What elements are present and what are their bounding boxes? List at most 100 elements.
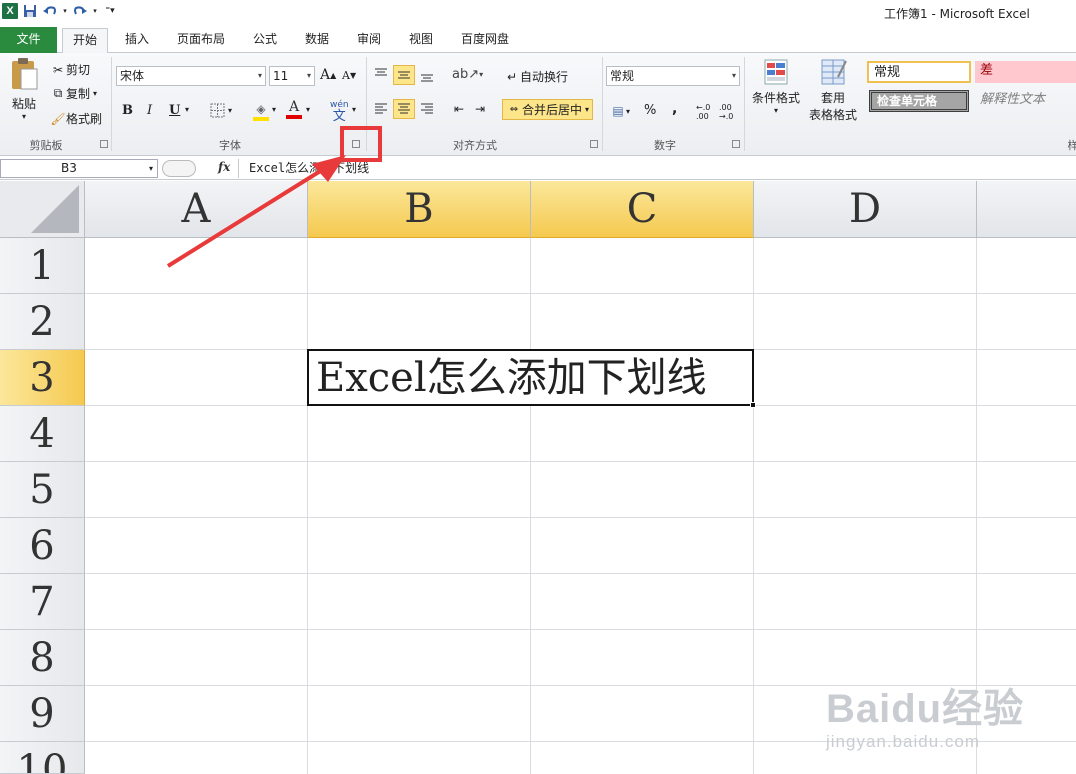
row-header-2[interactable]: 2	[0, 294, 85, 350]
italic-button[interactable]: I	[147, 103, 152, 118]
comma-button[interactable]: ,	[672, 101, 677, 117]
column-header-c[interactable]: C	[531, 181, 754, 238]
tab-home[interactable]: 开始	[62, 28, 108, 54]
number-format-select[interactable]: 常规 ▾	[606, 66, 740, 86]
borders-button[interactable]: ▾	[210, 103, 232, 118]
decrease-indent-button[interactable]: ⇤	[451, 101, 467, 117]
active-cell-b3[interactable]: Excel怎么添加下划线	[307, 349, 754, 406]
select-all-button[interactable]	[0, 181, 85, 238]
fill-handle[interactable]	[750, 402, 756, 408]
tab-data[interactable]: 数据	[296, 28, 338, 53]
column-header-e[interactable]	[977, 181, 1076, 238]
style-bad[interactable]: 差	[975, 61, 1076, 83]
shrink-font-button[interactable]: A ▼	[342, 69, 356, 82]
row-header-3[interactable]: 3	[0, 350, 85, 406]
alignment-launcher-icon[interactable]	[590, 140, 598, 148]
chevron-down-icon: ▾	[585, 105, 590, 114]
chevron-down-icon: ▾	[257, 71, 262, 80]
grid-line	[85, 461, 1076, 462]
number-launcher-icon[interactable]	[732, 140, 740, 148]
percent-button[interactable]: %	[644, 103, 656, 118]
insert-function-icon[interactable]: fx	[218, 160, 230, 174]
align-right-button[interactable]	[419, 101, 435, 117]
font-color-button[interactable]: A	[286, 99, 302, 119]
row-header-10[interactable]: 10	[0, 742, 85, 774]
paste-button[interactable]: 粘贴 ▾	[6, 57, 42, 127]
column-header-d[interactable]: D	[754, 181, 977, 238]
column-header-a[interactable]: A	[85, 181, 308, 238]
phonetic-dropdown-icon[interactable]: ▾	[352, 105, 356, 114]
name-box[interactable]: B3 ▾	[0, 159, 158, 178]
row-header-9[interactable]: 9	[0, 686, 85, 742]
column-header-b[interactable]: B	[308, 181, 531, 238]
undo-dropdown-icon[interactable]: ▾	[62, 3, 68, 19]
tab-formulas[interactable]: 公式	[244, 28, 286, 53]
wrap-text-button[interactable]: ↵ 自动换行	[504, 68, 568, 85]
row-header-1[interactable]: 1	[0, 238, 85, 294]
style-explanatory[interactable]: 解释性文本	[975, 90, 1076, 112]
align-middle-button[interactable]	[393, 65, 415, 85]
row-header-8[interactable]: 8	[0, 630, 85, 686]
decrease-decimal-button[interactable]: .00 →.0	[719, 103, 737, 121]
font-size-select[interactable]: 11 ▾	[269, 66, 315, 86]
chevron-down-icon: ▾	[773, 106, 778, 115]
clipboard-launcher-icon[interactable]	[100, 140, 108, 148]
borders-icon	[210, 103, 225, 118]
fill-color-button[interactable]: ◈	[253, 101, 269, 121]
fill-color-swatch	[253, 117, 269, 121]
increase-indent-button[interactable]: ⇥	[472, 101, 488, 117]
formula-bar: B3 ▾ fx Excel怎么添加下划线	[0, 157, 1076, 180]
tab-page-layout[interactable]: 页面布局	[166, 28, 236, 53]
font-color-dropdown-icon[interactable]: ▾	[306, 105, 310, 114]
table-format-icon	[821, 59, 847, 85]
align-right-icon	[421, 103, 433, 114]
divider	[744, 57, 745, 151]
increase-decimal-button[interactable]: ←.0 .00	[696, 103, 714, 121]
row-header-5[interactable]: 5	[0, 462, 85, 518]
formula-bar-resize-handle[interactable]	[162, 160, 196, 177]
row-header-4[interactable]: 4	[0, 406, 85, 462]
row-header-6[interactable]: 6	[0, 518, 85, 574]
format-as-table-button[interactable]: 套用 表格格式	[804, 57, 862, 123]
phonetic-button[interactable]: wén 文	[330, 101, 349, 124]
select-all-triangle-icon	[31, 185, 79, 233]
accounting-format-button[interactable]: ▤ ▾	[610, 103, 630, 119]
tab-file[interactable]: 文件	[0, 27, 57, 53]
format-painter-button[interactable]: 🖌 格式刷	[50, 110, 102, 127]
alignment-group-label: 对齐方式	[453, 139, 497, 152]
font-name-select[interactable]: 宋体 ▾	[116, 66, 266, 86]
redo-icon[interactable]	[72, 3, 88, 19]
underline-button[interactable]: U	[169, 103, 180, 118]
grid-line	[85, 517, 1076, 518]
fill-dropdown-icon[interactable]: ▾	[272, 105, 276, 114]
save-icon[interactable]	[22, 3, 38, 19]
style-normal[interactable]: 常规	[867, 61, 971, 83]
align-left-icon	[375, 103, 387, 114]
tab-view[interactable]: 视图	[400, 28, 442, 53]
merge-center-button[interactable]: ⇔ 合并后居中 ▾	[502, 99, 594, 120]
align-center-button[interactable]	[393, 99, 415, 119]
row-header-7[interactable]: 7	[0, 574, 85, 630]
cut-button[interactable]: ✂ 剪切	[50, 61, 90, 78]
underline-dropdown-icon[interactable]: ▾	[185, 105, 189, 114]
tab-review[interactable]: 审阅	[348, 28, 390, 53]
tab-baidu-netdisk[interactable]: 百度网盘	[452, 28, 518, 53]
conditional-format-button[interactable]: 条件格式 ▾	[750, 57, 802, 115]
copy-button[interactable]: ⧉ 复制 ▾	[50, 85, 97, 102]
excel-logo-icon[interactable]: X	[2, 3, 18, 19]
watermark-url: jingyan.baidu.com	[826, 732, 981, 751]
align-top-button[interactable]	[373, 67, 389, 83]
align-bottom-button[interactable]	[419, 67, 435, 83]
redo-dropdown-icon[interactable]: ▾	[92, 3, 98, 19]
align-left-button[interactable]	[373, 101, 389, 117]
style-check-cell[interactable]: 检查单元格	[869, 90, 969, 112]
tab-insert[interactable]: 插入	[114, 28, 160, 53]
grow-font-button[interactable]: A ▲	[320, 67, 336, 83]
orientation-button[interactable]: ab↗ ▾	[452, 67, 483, 82]
bold-button[interactable]: B	[122, 103, 133, 118]
paste-dropdown-icon: ▾	[21, 112, 26, 121]
customize-qat-icon[interactable]: ⁼▾	[102, 3, 118, 19]
clipboard-group-label: 剪贴板	[29, 139, 63, 152]
undo-icon[interactable]	[42, 3, 58, 19]
ribbon: 粘贴 ▾ ✂ 剪切 ⧉ 复制 ▾ 🖌 格式刷 剪贴板 宋体 ▾ 11 ▾ A ▲ …	[0, 53, 1076, 156]
